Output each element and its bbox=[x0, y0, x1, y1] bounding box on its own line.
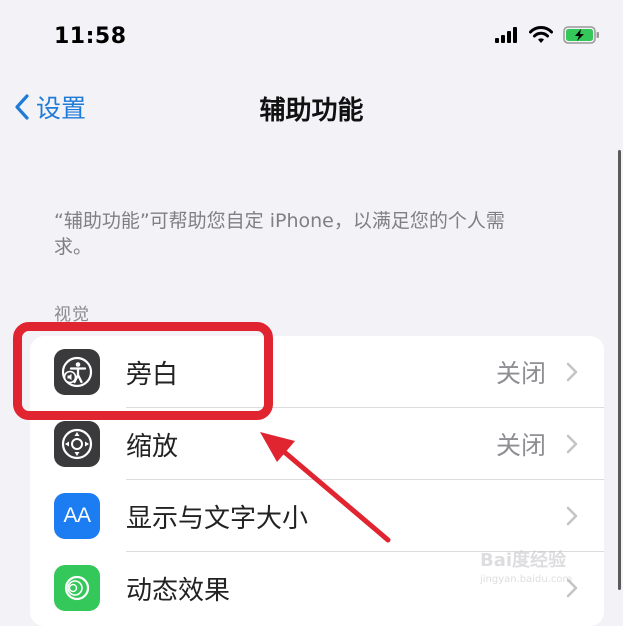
section-header-vision: 视觉 bbox=[54, 305, 90, 325]
status-icons bbox=[495, 26, 601, 44]
list-item-label: 缩放 bbox=[126, 431, 179, 462]
display-text-size-icon: AA bbox=[54, 493, 100, 539]
list-item-display-text-size[interactable]: AA 显示与文字大小 bbox=[30, 480, 604, 552]
list-item-value: 关闭 bbox=[495, 359, 546, 388]
chevron-right-icon bbox=[566, 506, 578, 526]
watermark-brand: Bai度经验 bbox=[480, 550, 567, 571]
motion-icon bbox=[54, 565, 100, 611]
zoom-icon bbox=[54, 421, 100, 467]
wifi-icon bbox=[529, 26, 553, 43]
icon-glyph: AA bbox=[63, 504, 91, 527]
scroll-indicator[interactable] bbox=[618, 150, 621, 590]
page-title: 辅助功能 bbox=[259, 96, 364, 126]
list-item-label: 显示与文字大小 bbox=[126, 503, 309, 534]
cellular-signal-icon bbox=[495, 27, 517, 43]
list-item-voiceover[interactable]: 旁白 关闭 bbox=[30, 336, 604, 408]
list-item-value: 关闭 bbox=[495, 431, 546, 460]
list-item-zoom[interactable]: 缩放 关闭 bbox=[30, 408, 604, 480]
chevron-right-icon bbox=[566, 362, 578, 382]
watermark: Bai度经验 jingyan.baidu.com bbox=[480, 546, 595, 594]
voiceover-icon bbox=[54, 349, 100, 395]
status-time: 11:58 bbox=[54, 24, 127, 49]
watermark-url: jingyan.baidu.com bbox=[480, 574, 573, 585]
navigation-bar: 设置 辅助功能 bbox=[0, 75, 623, 145]
accessibility-description: “辅助功能”可帮助您自定 iPhone，以满足您的个人需求。 bbox=[54, 210, 505, 258]
chevron-right-icon bbox=[566, 434, 578, 454]
status-bar: 11:58 bbox=[0, 0, 623, 75]
battery-charging-icon bbox=[563, 26, 599, 44]
list-item-label: 旁白 bbox=[126, 359, 179, 390]
list-item-label: 动态效果 bbox=[126, 575, 231, 606]
